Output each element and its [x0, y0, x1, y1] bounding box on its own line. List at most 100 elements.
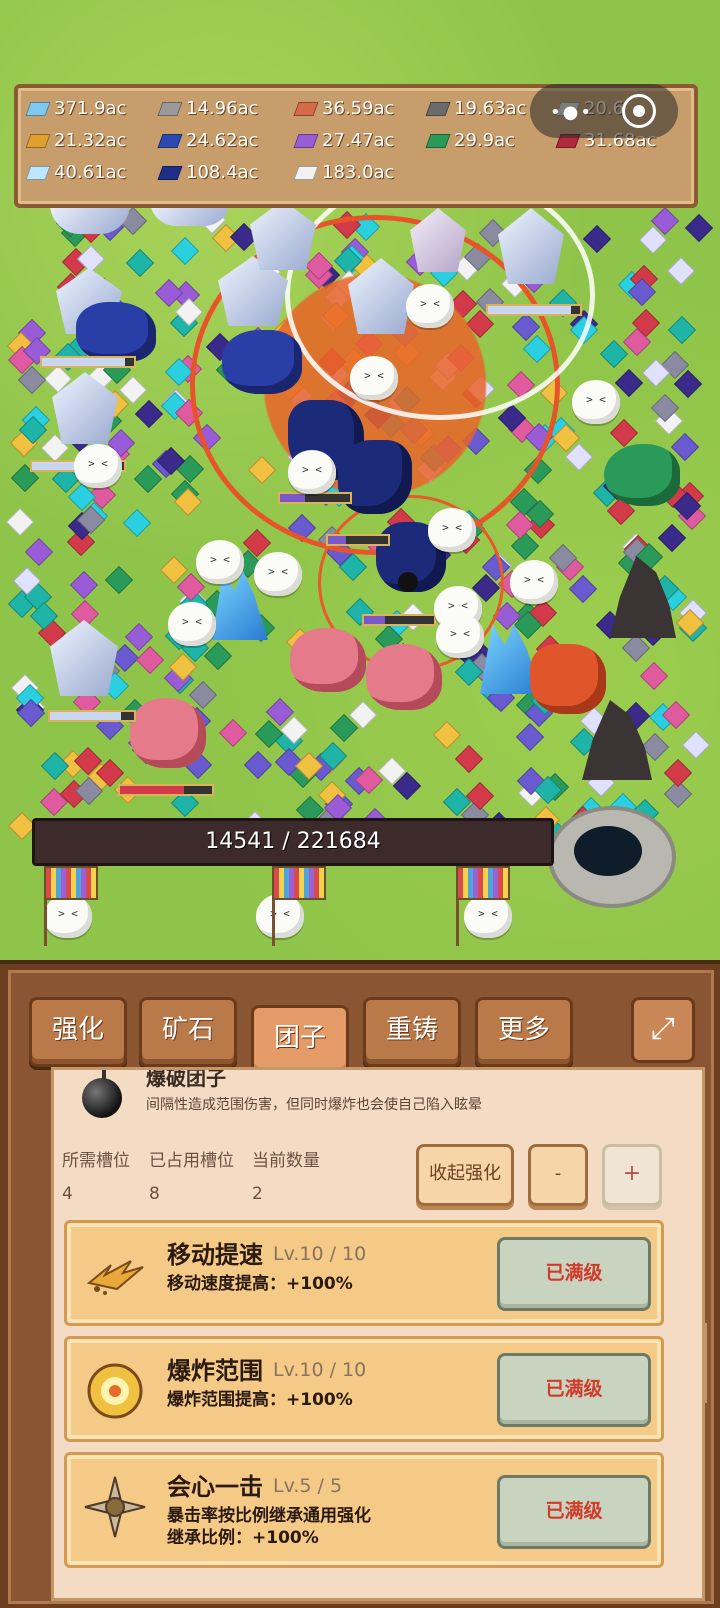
resource-value: 27.47ac: [322, 130, 395, 151]
ore-tile: [639, 661, 669, 691]
quartz-crystal[interactable]: [250, 200, 316, 270]
increase-button[interactable]: +: [602, 1144, 662, 1206]
ore-tile: [24, 537, 54, 567]
critical-icon: [83, 1475, 147, 1539]
dango-unit[interactable]: [44, 894, 92, 938]
resource-value: 24.62ac: [186, 130, 259, 151]
cobalt-ingot-icon: [157, 165, 183, 180]
ore-health-bar: [48, 710, 136, 722]
ore-tile: [609, 418, 639, 448]
stone-well[interactable]: [548, 806, 676, 908]
diamond-ingot-icon: [25, 165, 51, 180]
tab-dango[interactable]: 团子: [251, 1005, 349, 1075]
dango-unit[interactable]: [350, 356, 398, 400]
scrollbar[interactable]: [703, 1323, 707, 1403]
upgrade-description-line-2: 继承比例：+100%: [167, 1528, 319, 1548]
miniprogram-capsule[interactable]: •●•: [530, 84, 678, 138]
control-panel-inner: 强化 矿石 团子 重铸 更多 ⤢ 爆破团子 间隔性造成范围伤害，但同时爆炸也会使…: [8, 970, 714, 1604]
dango-unit[interactable]: [254, 552, 302, 596]
resource-value: 371.9ac: [54, 98, 127, 119]
ore-tile: [432, 720, 462, 750]
tab-more[interactable]: 更多: [475, 997, 573, 1067]
dango-unit[interactable]: [436, 614, 484, 658]
stat-header-required-slots: 所需槽位: [62, 1151, 130, 1171]
maxed-button[interactable]: 已满级: [497, 1475, 651, 1549]
tab-ore[interactable]: 矿石: [139, 997, 237, 1067]
upgrade-description-line-1: 暴击率按比例继承通用强化: [167, 1506, 371, 1526]
dango-unit[interactable]: [406, 284, 454, 328]
resource-value: 19.63ac: [454, 98, 527, 119]
upgrade-card-move-speed: 移动提速 Lv.10 / 10 移动速度提高：+100% 已满级: [64, 1220, 664, 1326]
lapis-rock[interactable]: [222, 330, 302, 394]
progress-total: 221684: [296, 829, 381, 854]
expand-button[interactable]: ⤢: [631, 997, 695, 1063]
resource-entry: 183.0ac: [293, 162, 394, 183]
rose-quartz-rock[interactable]: [366, 644, 442, 710]
ore-tile: [666, 256, 696, 286]
unit-name: 爆破团子: [146, 1067, 226, 1090]
dango-unit[interactable]: [428, 508, 476, 552]
maxed-button[interactable]: 已满级: [497, 1237, 651, 1311]
game-field[interactable]: 14541 / 221684 371.9ac 14.96ac 36.59ac 19.6…: [0, 0, 720, 965]
coal-rock[interactable]: [610, 556, 676, 638]
collapse-upgrades-button[interactable]: 收起强化: [416, 1144, 514, 1206]
ore-tile: [188, 680, 218, 710]
upgrade-description: 移动速度提高：+100%: [167, 1274, 353, 1294]
dango-unit[interactable]: [256, 894, 304, 938]
ore-tile: [667, 315, 697, 345]
stat-value-count: 2: [252, 1184, 263, 1204]
fire-opal-rock[interactable]: [530, 644, 606, 714]
dango-unit[interactable]: [510, 560, 558, 604]
expand-icon: ⤢: [651, 1011, 675, 1046]
resource-entry: 19.63ac: [425, 98, 527, 119]
resource-entry: 29.9ac: [425, 130, 515, 151]
lapis-rock[interactable]: [76, 302, 156, 362]
maxed-button[interactable]: 已满级: [497, 1353, 651, 1427]
ore-health-bar: [326, 534, 390, 546]
ore-tile: [684, 213, 714, 243]
decrease-button[interactable]: -: [528, 1144, 588, 1206]
ore-health-bar: [118, 784, 214, 796]
ore-tile: [663, 758, 693, 788]
explosion-icon: [83, 1359, 147, 1423]
dango-unit[interactable]: [572, 380, 620, 424]
ore-health-bar: [362, 614, 436, 626]
dango-unit[interactable]: [288, 450, 336, 494]
gold-ingot-icon: [25, 133, 51, 148]
ore-health-bar: [40, 356, 136, 368]
resource-value: 40.61ac: [54, 162, 127, 183]
dango-unit[interactable]: [464, 894, 512, 938]
ore-tile: [599, 339, 629, 369]
close-target-icon[interactable]: [622, 94, 656, 128]
dango-unit[interactable]: [168, 602, 216, 646]
stat-value-required-slots: 4: [62, 1184, 73, 1204]
resource-value: 14.96ac: [186, 98, 259, 119]
bomb-projectile-icon: [398, 572, 418, 592]
ore-health-bar: [486, 304, 582, 316]
rose-quartz-rock[interactable]: [290, 628, 366, 692]
spawn-flag: [456, 866, 510, 900]
platinum-ingot-icon: [293, 165, 319, 180]
resource-entry: 371.9ac: [25, 98, 127, 119]
tab-recast[interactable]: 重铸: [363, 997, 461, 1067]
ore-tile: [582, 224, 612, 254]
rose-quartz-rock[interactable]: [130, 698, 206, 768]
resource-entry: 24.62ac: [157, 130, 259, 151]
blue-diamond-icon: [25, 101, 51, 116]
upgrade-card-critical-hit: 会心一击 Lv.5 / 5 暴击率按比例继承通用强化 继承比例：+100% 已满…: [64, 1452, 664, 1568]
emerald-rock[interactable]: [604, 444, 680, 506]
dango-unit[interactable]: [196, 540, 244, 584]
silver-ingot-icon: [157, 101, 183, 116]
upgrade-description: 爆炸范围提高：+100%: [167, 1390, 353, 1410]
tab-enhance[interactable]: 强化: [29, 997, 127, 1067]
dango-unit[interactable]: [74, 444, 122, 488]
more-menu-icon[interactable]: •●•: [550, 102, 593, 123]
stat-value-used-slots: 8: [149, 1184, 160, 1204]
upgrade-description: 暴击率按比例继承通用强化 继承比例：+100%: [167, 1505, 371, 1549]
control-panel: 强化 矿石 团子 重铸 更多 ⤢ 爆破团子 间隔性造成范围伤害，但同时爆炸也会使…: [0, 960, 720, 1608]
resource-entry: 27.47ac: [293, 130, 395, 151]
upgrade-card-explosion-range: 爆炸范围 Lv.10 / 10 爆炸范围提高：+100% 已满级: [64, 1336, 664, 1442]
bomb-icon: [82, 1078, 122, 1118]
dango-detail-panel[interactable]: 爆破团子 间隔性造成范围伤害，但同时爆炸也会使自己陷入眩晕 所需槽位 已占用槽位…: [51, 1067, 705, 1601]
upgrade-name: 爆炸范围: [167, 1357, 263, 1385]
